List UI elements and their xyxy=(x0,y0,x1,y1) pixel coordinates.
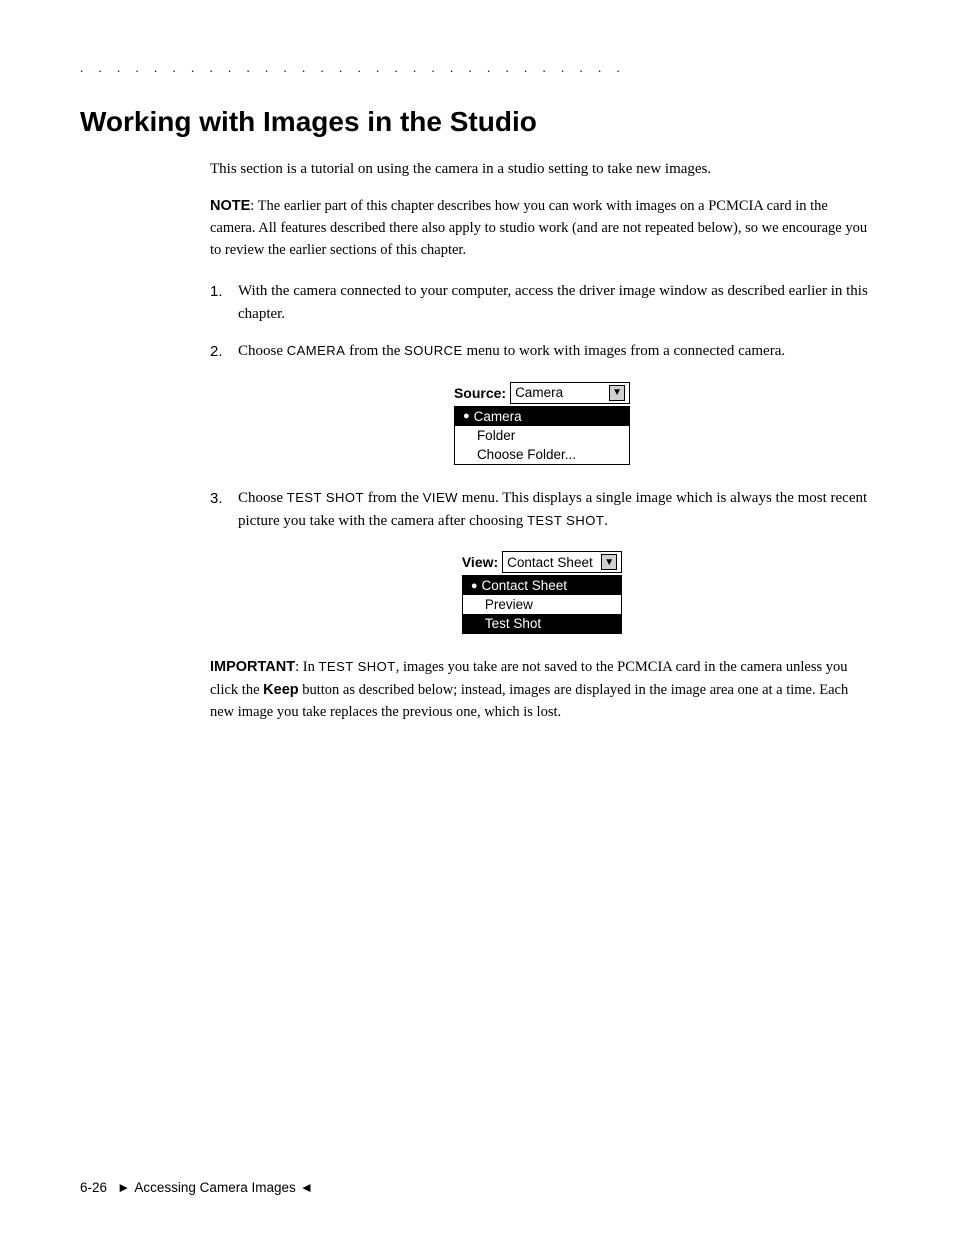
footer-page-number: 6-26 xyxy=(80,1180,107,1195)
footer: 6-26 ► Accessing Camera Images ◄ xyxy=(0,1180,954,1195)
view-select-text: Contact Sheet xyxy=(507,555,599,570)
source-item-label-folder: Folder xyxy=(463,428,515,443)
dots-divider: . . . . . . . . . . . . . . . . . . . . … xyxy=(0,60,954,76)
step-number-3: 3. xyxy=(210,487,238,510)
important-text-3: button as described below; instead, imag… xyxy=(210,682,848,720)
step-number-1: 1. xyxy=(210,280,238,303)
view-item-label-contact-sheet: Contact Sheet xyxy=(482,578,568,593)
testshot-smallcaps-1: Test Shot xyxy=(287,490,364,505)
footer-arrow-left: ◄ xyxy=(300,1180,313,1195)
view-dropdown-arrow[interactable]: ▼ xyxy=(601,554,617,570)
intro-paragraph: This section is a tutorial on using the … xyxy=(210,158,874,181)
view-item-label-preview: Preview xyxy=(471,597,533,612)
footer-arrow-right: ► xyxy=(117,1180,130,1195)
steps-list-2: 3. Choose Test Shot from the View menu. … xyxy=(210,487,874,534)
important-text-1: : In xyxy=(295,659,318,675)
testshot-smallcaps-2: Test Shot xyxy=(527,513,604,528)
keep-label: Keep xyxy=(263,682,298,698)
list-item: 1. With the camera connected to your com… xyxy=(210,280,874,327)
step-text-3: Choose Test Shot from the View menu. Thi… xyxy=(238,487,874,534)
page: . . . . . . . . . . . . . . . . . . . . … xyxy=(0,0,954,1235)
view-menu-item-preview[interactable]: Preview xyxy=(463,595,621,614)
source-dropdown-figure: Source: Camera ▼ ● Camera Folder xyxy=(210,382,874,465)
view-bullet: ● xyxy=(471,580,478,592)
source-menu-item-choose-folder[interactable]: Choose Folder... xyxy=(455,445,629,464)
view-dropdown-menu: ● Contact Sheet Preview Test Shot xyxy=(462,575,622,634)
view-dropdown-widget: View: Contact Sheet ▼ ● Contact Sheet Pr… xyxy=(462,551,622,634)
steps-list: 1. With the camera connected to your com… xyxy=(210,280,874,364)
view-dropdown-row: View: Contact Sheet ▼ xyxy=(462,551,622,573)
camera-smallcaps: Camera xyxy=(287,343,346,358)
source-menu-item-camera[interactable]: ● Camera xyxy=(455,407,629,426)
step-number-2: 2. xyxy=(210,340,238,363)
list-item: 2. Choose Camera from the Source menu to… xyxy=(210,340,874,363)
view-smallcaps: View xyxy=(423,490,458,505)
note-label: NOTE xyxy=(210,198,250,214)
section-title: Working with Images in the Studio xyxy=(0,106,954,138)
view-menu-item-contact-sheet[interactable]: ● Contact Sheet xyxy=(463,576,621,595)
view-select-box[interactable]: Contact Sheet ▼ xyxy=(502,551,622,573)
source-dropdown-menu: ● Camera Folder Choose Folder... xyxy=(454,406,630,465)
note-text: : The earlier part of this chapter descr… xyxy=(210,198,867,259)
content-area: This section is a tutorial on using the … xyxy=(0,158,954,724)
source-menu-item-folder[interactable]: Folder xyxy=(455,426,629,445)
view-menu-item-test-shot[interactable]: Test Shot xyxy=(463,614,621,633)
important-label: IMPORTANT xyxy=(210,659,295,675)
step-text-1: With the camera connected to your comput… xyxy=(238,280,874,327)
footer-chapter-title: Accessing Camera Images xyxy=(134,1180,295,1195)
source-dropdown-row: Source: Camera ▼ xyxy=(454,382,630,404)
source-item-label-choose-folder: Choose Folder... xyxy=(463,447,576,462)
source-item-label-camera: Camera xyxy=(474,409,522,424)
source-smallcaps: Source xyxy=(404,343,463,358)
source-dropdown-widget: Source: Camera ▼ ● Camera Folder xyxy=(454,382,630,465)
list-item-3: 3. Choose Test Shot from the View menu. … xyxy=(210,487,874,534)
note-block: NOTE: The earlier part of this chapter d… xyxy=(210,195,874,262)
source-select-text: Camera xyxy=(515,385,607,400)
source-dropdown-arrow[interactable]: ▼ xyxy=(609,385,625,401)
view-label: View: xyxy=(462,554,498,570)
source-label: Source: xyxy=(454,385,506,401)
source-bullet: ● xyxy=(463,410,470,422)
source-select-box[interactable]: Camera ▼ xyxy=(510,382,630,404)
important-block: IMPORTANT: In Test Shot, images you take… xyxy=(210,656,874,723)
testshot-smallcaps-3: Test Shot xyxy=(318,659,395,674)
view-item-label-test-shot: Test Shot xyxy=(471,616,541,631)
view-dropdown-figure: View: Contact Sheet ▼ ● Contact Sheet Pr… xyxy=(210,551,874,634)
step-text-2: Choose Camera from the Source menu to wo… xyxy=(238,340,874,363)
